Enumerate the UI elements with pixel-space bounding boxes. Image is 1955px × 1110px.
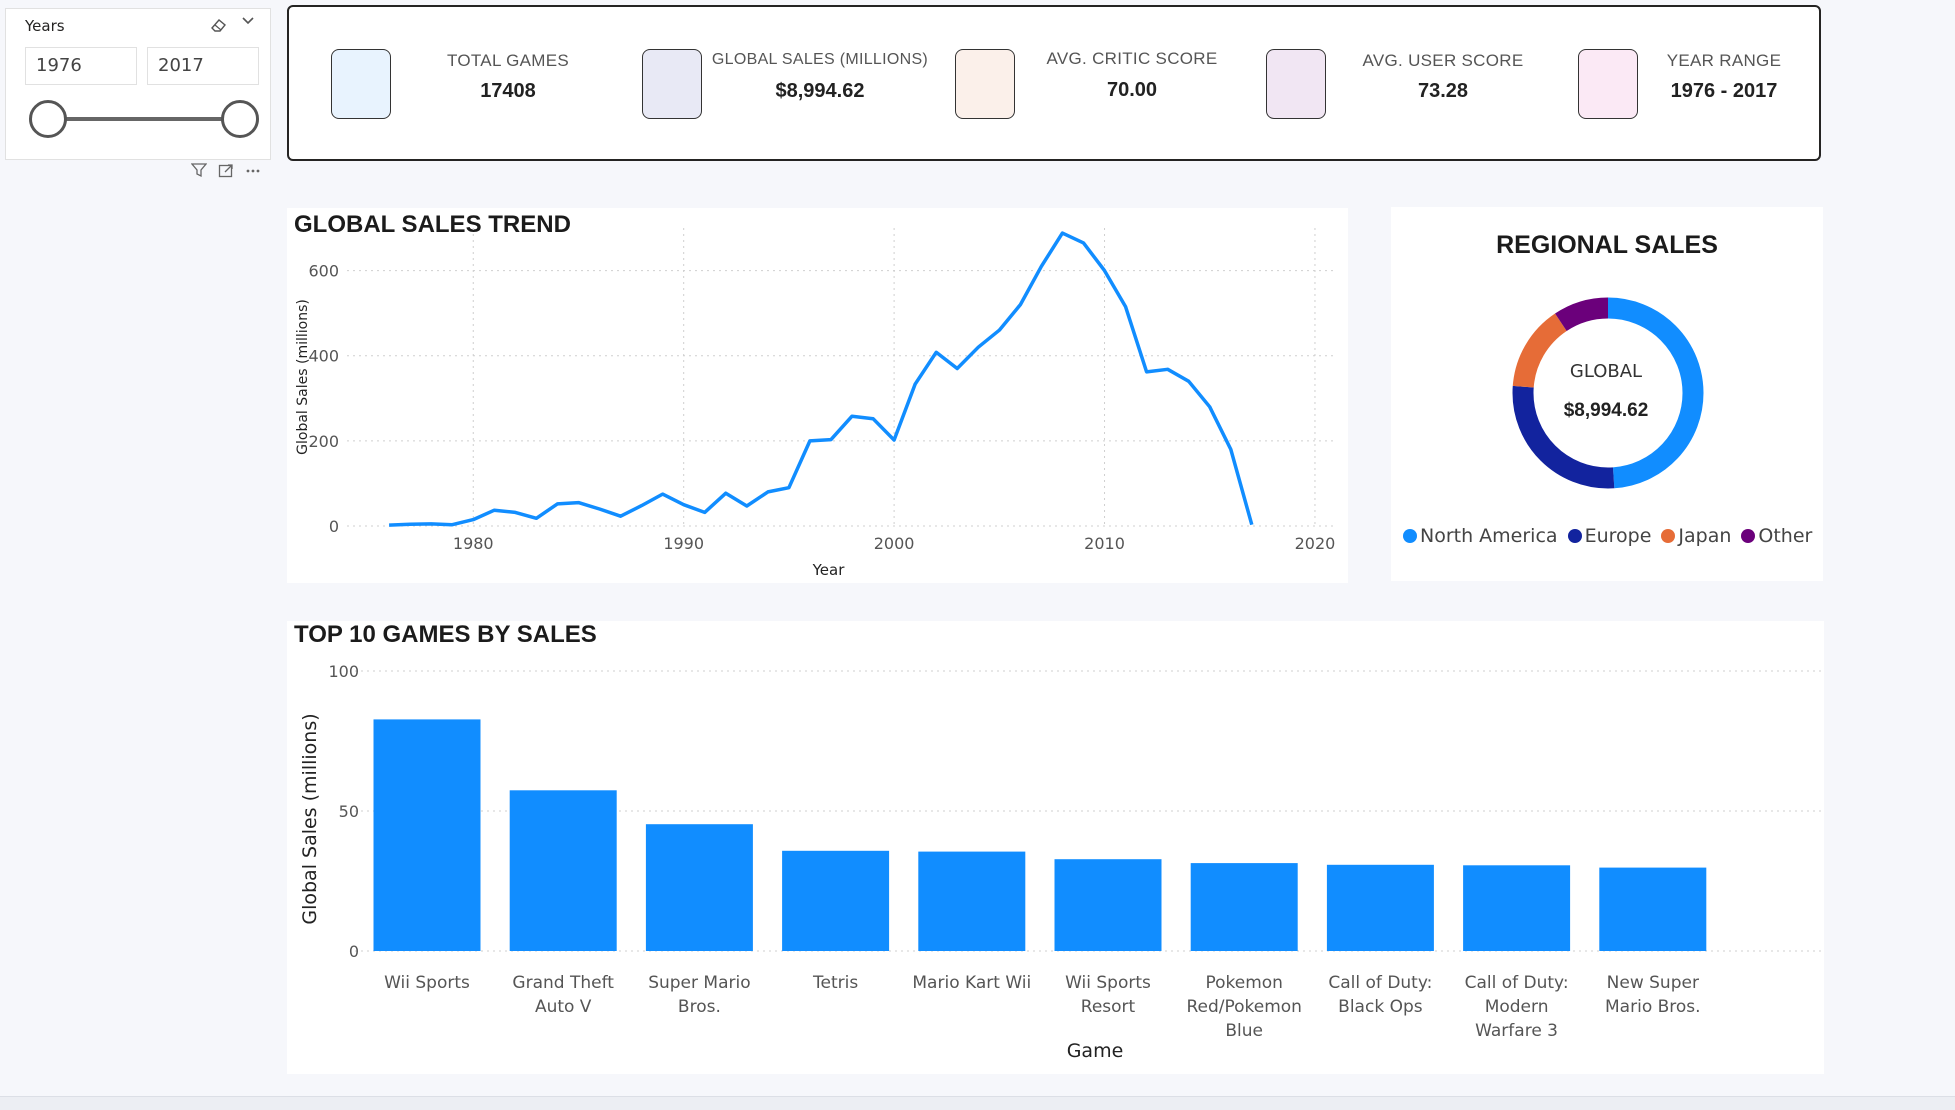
bar — [918, 851, 1026, 951]
focus-mode-icon[interactable] — [217, 163, 235, 182]
year-range-track[interactable] — [48, 117, 240, 121]
year-slicer[interactable]: Years 1976 2017 — [5, 8, 271, 160]
page-bottom-bar — [0, 1096, 1955, 1110]
slicer-title: Years — [25, 17, 65, 35]
bar — [1463, 865, 1571, 951]
bar — [1599, 867, 1707, 951]
legend-swatch — [1741, 529, 1756, 543]
bar — [782, 850, 890, 951]
start-year-input[interactable]: 1976 — [25, 47, 137, 85]
regional-sales-panel[interactable]: REGIONAL SALES GLOBAL $8,994.62 North Am… — [1391, 207, 1823, 581]
bar-chart-svg: 0 50 100 Wii Sports Grand Theft Auto V Super M… — [299, 662, 1824, 1062]
x-tick-label: 2020 — [1295, 534, 1336, 553]
donut-legend: North America Europe Japan Other — [1403, 525, 1812, 547]
legend-item[interactable]: Europe — [1567, 525, 1652, 547]
x-tick-label: 1990 — [663, 534, 704, 553]
bar — [373, 719, 481, 951]
x-axis-title: Year — [812, 561, 846, 579]
eraser-icon[interactable] — [210, 17, 228, 37]
x-tick-label: Wii Sports Resort — [1065, 973, 1151, 1017]
kpi-swatch-user-score — [1266, 49, 1326, 119]
x-tick-label: Tetris — [812, 973, 858, 993]
kpi-swatch-critic-score — [955, 49, 1015, 119]
donut-center-value: $8,994.62 — [1563, 400, 1649, 421]
end-year-input[interactable]: 2017 — [147, 47, 259, 85]
y-tick-label: 0 — [329, 517, 339, 536]
legend-item[interactable]: Japan — [1661, 525, 1731, 547]
legend-label: Other — [1758, 525, 1813, 547]
x-tick-label: 2000 — [874, 534, 915, 553]
kpi-value-critic-score: 70.00 — [1106, 79, 1158, 101]
bar — [1326, 864, 1434, 951]
kpi-value-total-games: 17408 — [480, 80, 536, 102]
kpi-label-total-games: TOTAL GAMES — [446, 51, 569, 70]
y-tick-label: 400 — [308, 347, 339, 366]
donut-center-label: GLOBAL — [1569, 361, 1643, 382]
x-tick-label: Mario Kart Wii — [912, 973, 1031, 993]
y-tick-label: 200 — [308, 432, 339, 451]
legend-item[interactable]: Other — [1741, 525, 1812, 547]
kpi-label-critic-score: AVG. CRITIC SCORE — [1046, 49, 1218, 68]
y-tick-label: 600 — [308, 262, 339, 281]
legend-item[interactable]: North America — [1403, 525, 1558, 547]
y-tick-label: 50 — [339, 802, 359, 821]
legend-label: Japan — [1678, 525, 1732, 547]
line-chart-svg: 0 200 400 600 1980 1990 2000 2010 2020 Year Global… — [295, 228, 1336, 579]
sales-trend-panel[interactable]: GLOBAL SALES TREND 0 200 400 600 1980 1990 200… — [287, 208, 1348, 583]
y-tick-label: 100 — [328, 662, 359, 681]
x-tick-label: Call of Duty: Modern Warfare 3 — [1465, 973, 1569, 1041]
legend-label: North America — [1420, 525, 1558, 547]
legend-label: Europe — [1584, 525, 1652, 547]
kpi-value-global-sales: $8,994.62 — [775, 80, 865, 102]
x-tick-label: Call of Duty: Black Ops — [1328, 973, 1432, 1017]
x-tick-label: 1980 — [453, 534, 494, 553]
start-year-handle[interactable] — [29, 100, 67, 138]
more-options-icon[interactable] — [244, 163, 262, 182]
y-tick-label: 0 — [349, 942, 359, 961]
x-tick-label: Pokemon Red/Pokemon Blue — [1186, 973, 1302, 1041]
end-year-handle[interactable] — [221, 100, 259, 138]
kpi-value-year-range: 1976 - 2017 — [1670, 80, 1778, 102]
sales-trend-line — [389, 231, 1254, 527]
bar — [509, 790, 617, 951]
x-tick-label: Wii Sports — [384, 973, 470, 993]
legend-swatch — [1661, 529, 1676, 543]
x-tick-label: Grand Theft Auto V — [512, 973, 614, 1017]
legend-swatch — [1403, 529, 1417, 543]
x-tick-label: Super Mario Bros. — [648, 973, 750, 1017]
y-axis-title: Global Sales (millions) — [295, 299, 311, 455]
visual-header-toolbar — [190, 163, 262, 182]
kpi-label-year-range: YEAR RANGE — [1666, 51, 1782, 70]
legend-swatch — [1567, 529, 1582, 543]
chevron-down-icon[interactable] — [240, 13, 256, 33]
kpi-label-user-score: AVG. USER SCORE — [1362, 51, 1524, 70]
y-axis-title: Global Sales (millions) — [299, 713, 321, 924]
kpi-label-global-sales: GLOBAL SALES (MILLIONS) — [711, 51, 929, 68]
bar — [645, 824, 753, 951]
bar — [1054, 859, 1162, 951]
top-games-panel[interactable]: TOP 10 GAMES BY SALES 0 50 100 Wii Sports Gr… — [287, 621, 1824, 1074]
kpi-swatch-global-sales — [642, 49, 702, 119]
filter-icon[interactable] — [190, 163, 208, 182]
bar — [1190, 863, 1298, 951]
kpi-swatch-total-games — [331, 49, 391, 119]
x-tick-label: New Super Mario Bros. — [1605, 973, 1701, 1017]
x-tick-label: 2010 — [1084, 534, 1125, 553]
kpi-card: TOTAL GAMES 17408 GLOBAL SALES (MILLIONS… — [287, 5, 1821, 161]
kpi-value-user-score: 73.28 — [1417, 80, 1469, 102]
x-axis-title: Game — [1067, 1040, 1124, 1062]
